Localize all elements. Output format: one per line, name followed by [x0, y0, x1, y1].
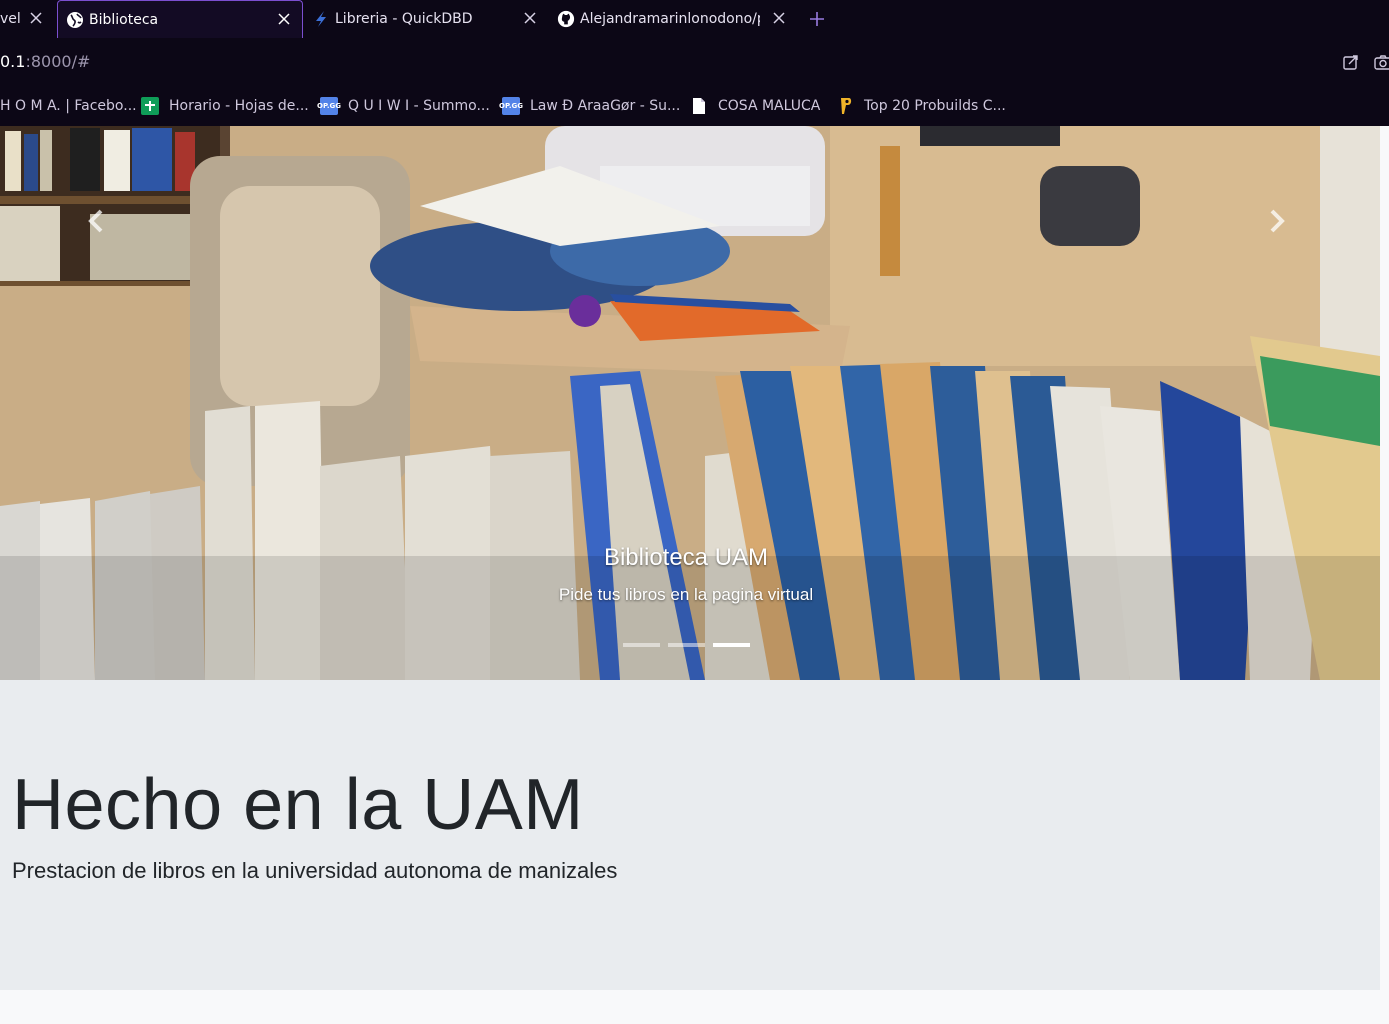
new-tab-plus-icon[interactable]	[807, 9, 827, 29]
jumbotron-lead: Prestacion de libros en la universidad a…	[12, 858, 618, 883]
close-icon[interactable]	[28, 10, 44, 26]
close-icon[interactable]	[276, 11, 292, 27]
url-host: 0.1	[0, 52, 26, 71]
carousel-indicator-2[interactable]	[668, 643, 705, 647]
bookmark-label: Law Ð AraaGør - Su...	[530, 98, 681, 114]
tab-vel[interactable]: vel	[0, 0, 56, 38]
browser-tab-bar: vel Biblioteca Libreria - QuickDBD Aleja…	[0, 0, 1389, 38]
bookmark-law-araagor[interactable]: OP.GG Law Ð AraaGør - Su...	[499, 94, 681, 118]
hero-carousel: Biblioteca UAM Pide tus libros en la pag…	[0, 126, 1380, 680]
jumbotron-heading: Hecho en la UAM	[12, 765, 584, 845]
github-icon	[557, 10, 575, 28]
page-right-gutter	[1380, 126, 1389, 990]
bookmark-label: H O M A. | Facebo...	[0, 98, 137, 114]
bookmark-label: Top 20 Probuilds C...	[864, 98, 1006, 114]
carousel-caption-text: Pide tus libros en la pagina virtual	[558, 585, 814, 604]
carousel-prev-icon[interactable]	[82, 206, 112, 236]
document-icon	[690, 97, 708, 115]
bookmark-cosa-maluca[interactable]: COSA MALUCA	[690, 94, 820, 118]
tab-title: vel	[0, 11, 21, 27]
url-path: :8000/#	[25, 52, 91, 71]
bookmark-probuilds[interactable]: Top 20 Probuilds C...	[836, 94, 1006, 118]
tab-quickdbd[interactable]: Libreria - QuickDBD	[304, 0, 548, 38]
url-text[interactable]: 0.1:8000/#	[0, 52, 90, 71]
tab-biblioteca[interactable]: Biblioteca	[57, 0, 303, 38]
bookmark-quiwi[interactable]: OP.GG Q U I W I - Summo...	[317, 94, 490, 118]
opgg-icon: OP.GG	[317, 97, 341, 115]
carousel-indicators	[623, 643, 750, 647]
tab-title: Biblioteca	[89, 11, 159, 28]
bookmark-label: COSA MALUCA	[718, 98, 821, 114]
probuilds-icon	[836, 97, 854, 115]
carousel-next-icon[interactable]	[1261, 206, 1291, 236]
bookmark-homa[interactable]: H O M A. | Facebo...	[0, 94, 137, 118]
bookmark-label: Q U I W I - Summo...	[348, 98, 490, 114]
carousel-caption-title: Biblioteca UAM	[603, 544, 769, 571]
bookmarks-bar: H O M A. | Facebo... Horario - Hojas de.…	[0, 86, 1389, 126]
sheets-icon	[141, 97, 159, 115]
lightning-icon	[312, 10, 330, 28]
tab-github[interactable]: Alejandramarinlonodono/p	[549, 0, 795, 38]
carousel-indicator-1[interactable]	[623, 643, 660, 647]
globe-icon	[66, 11, 84, 29]
camera-icon[interactable]	[1373, 52, 1389, 72]
bookmark-label: Horario - Hojas de...	[169, 98, 309, 114]
address-bar[interactable]: 0.1:8000/#	[0, 38, 1389, 86]
bookmark-horario[interactable]: Horario - Hojas de...	[141, 94, 309, 118]
carousel-indicator-3[interactable]	[713, 643, 750, 647]
tab-title: Alejandramarinlonodono/p	[580, 11, 760, 27]
close-icon[interactable]	[522, 10, 538, 26]
share-edit-icon[interactable]	[1341, 52, 1361, 72]
opgg-icon: OP.GG	[499, 97, 523, 115]
tab-title: Libreria - QuickDBD	[335, 11, 473, 27]
jumbotron: Hecho en la UAM Prestacion de libros en …	[0, 680, 1380, 990]
close-icon[interactable]	[771, 10, 787, 26]
